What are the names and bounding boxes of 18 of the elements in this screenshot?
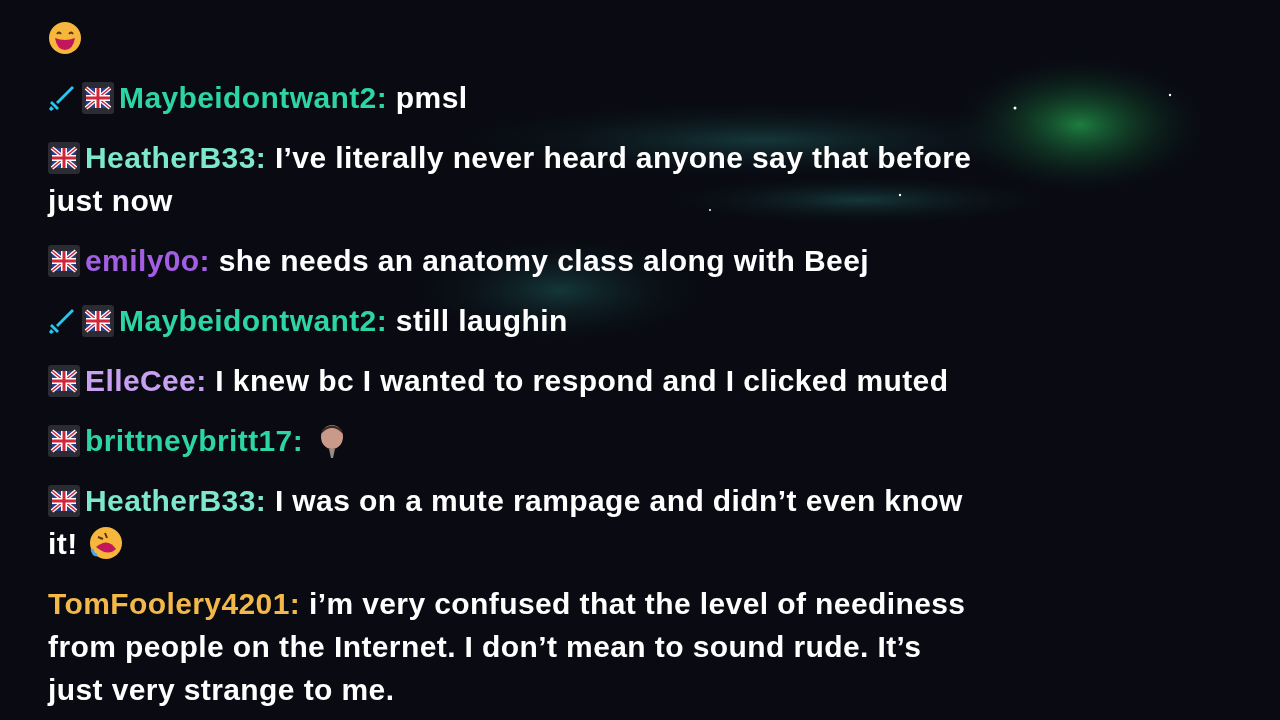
username[interactable]: Maybeidontwant2: xyxy=(119,304,388,337)
chat-message: HeatherB33: I’ve literally never heard anyone say that before just now xyxy=(48,140,973,219)
chat-message: emily0o: she needs an anatomy class along with Beej xyxy=(48,239,978,282)
chat-message: Maybeidontwant2: still laughin xyxy=(48,299,978,342)
username[interactable]: emily0o: xyxy=(85,244,210,277)
username[interactable]: Maybeidontwant2: xyxy=(119,81,388,114)
chat-message: Maybeidontwant2: pmsl xyxy=(48,76,978,119)
username[interactable]: HeatherB33: xyxy=(85,141,267,174)
chat-message: HeatherB33: I was on a mute rampage and didn’t even know it! xyxy=(48,483,964,563)
grinning-face-icon xyxy=(48,21,82,55)
username[interactable]: ElleCee: xyxy=(85,364,207,397)
username[interactable]: HeatherB33: xyxy=(85,484,267,517)
username[interactable]: brittneybritt17: xyxy=(85,424,304,457)
laughing-face-icon xyxy=(87,525,124,561)
chat-message: ElleCee: I knew bc I wanted to respond and I clicked muted xyxy=(48,359,978,402)
chat-message: TomFoolery4201: i’m very confused that the level of neediness from people on the Internet. I don’t mean to sound rude. It’s just very strange to me. xyxy=(48,586,967,708)
username[interactable]: TomFoolery4201: xyxy=(48,587,301,620)
portrait-emote-icon xyxy=(319,423,346,459)
